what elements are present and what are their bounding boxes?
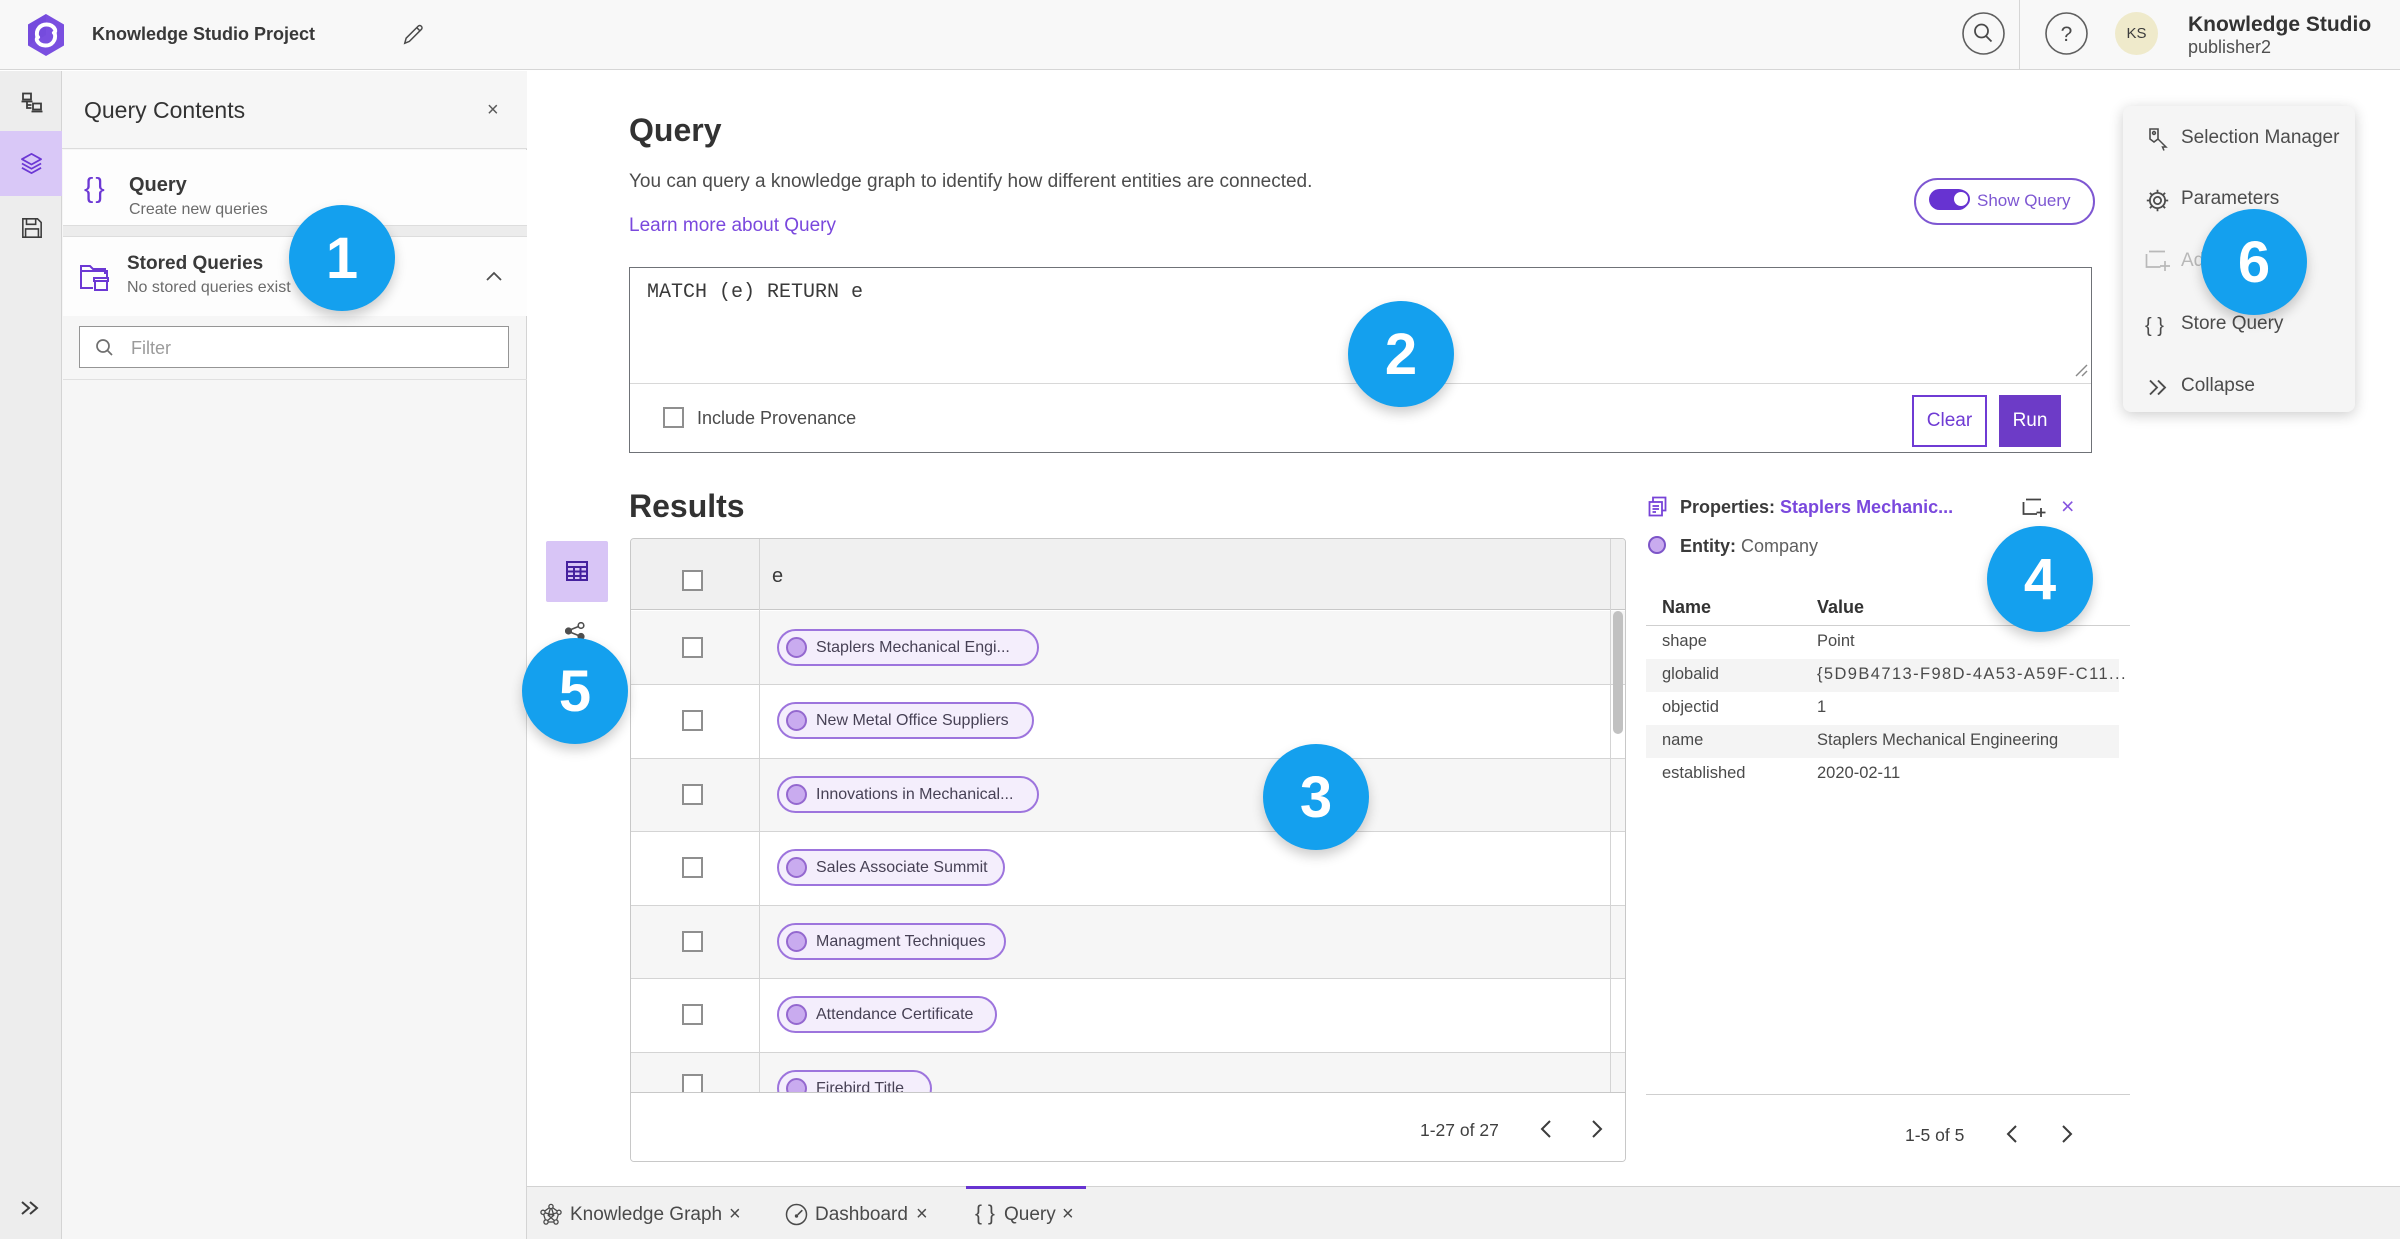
svg-text:{ }: { } (2145, 315, 2164, 337)
svg-text:?: ? (2061, 23, 2073, 46)
